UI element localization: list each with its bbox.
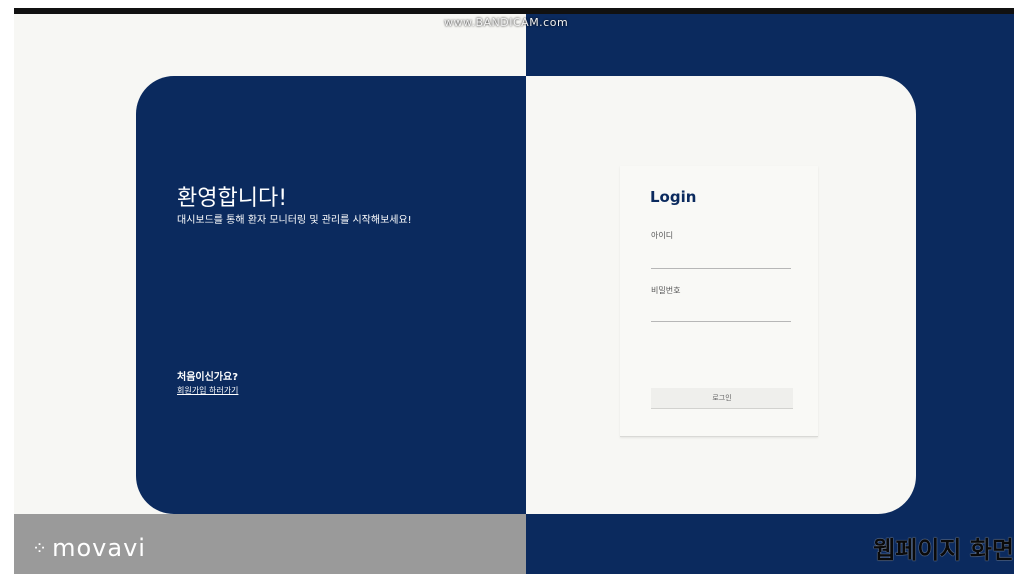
webpage-caption: 웹페이지 화면 bbox=[873, 536, 1014, 564]
welcome-description: 대시보드를 통해 환자 모니터링 및 관리를 시작해보세요! bbox=[177, 215, 412, 226]
password-input[interactable] bbox=[651, 303, 791, 322]
welcome-title: 환영합니다! bbox=[177, 186, 288, 211]
movavi-logo: ⁘ movavi bbox=[32, 534, 146, 562]
movavi-logo-text: movavi bbox=[52, 534, 146, 562]
id-input[interactable] bbox=[651, 250, 791, 269]
first-time-question: 처음이신가요? bbox=[177, 372, 239, 383]
welcome-panel bbox=[136, 76, 528, 514]
movavi-dots-icon: ⁘ bbox=[32, 538, 49, 559]
video-frame: www.BANDICAM.com 환영합니다! 대시보드를 통해 환자 모니터링… bbox=[14, 8, 1014, 574]
login-title: Login bbox=[650, 188, 697, 206]
id-label: 아이디 bbox=[651, 231, 674, 240]
login-button[interactable]: 로그인 bbox=[651, 388, 793, 409]
signup-link[interactable]: 회원가입 하러가기 bbox=[177, 385, 238, 396]
bandicam-watermark: www.BANDICAM.com bbox=[444, 16, 569, 29]
password-label: 비밀번호 bbox=[651, 286, 681, 295]
